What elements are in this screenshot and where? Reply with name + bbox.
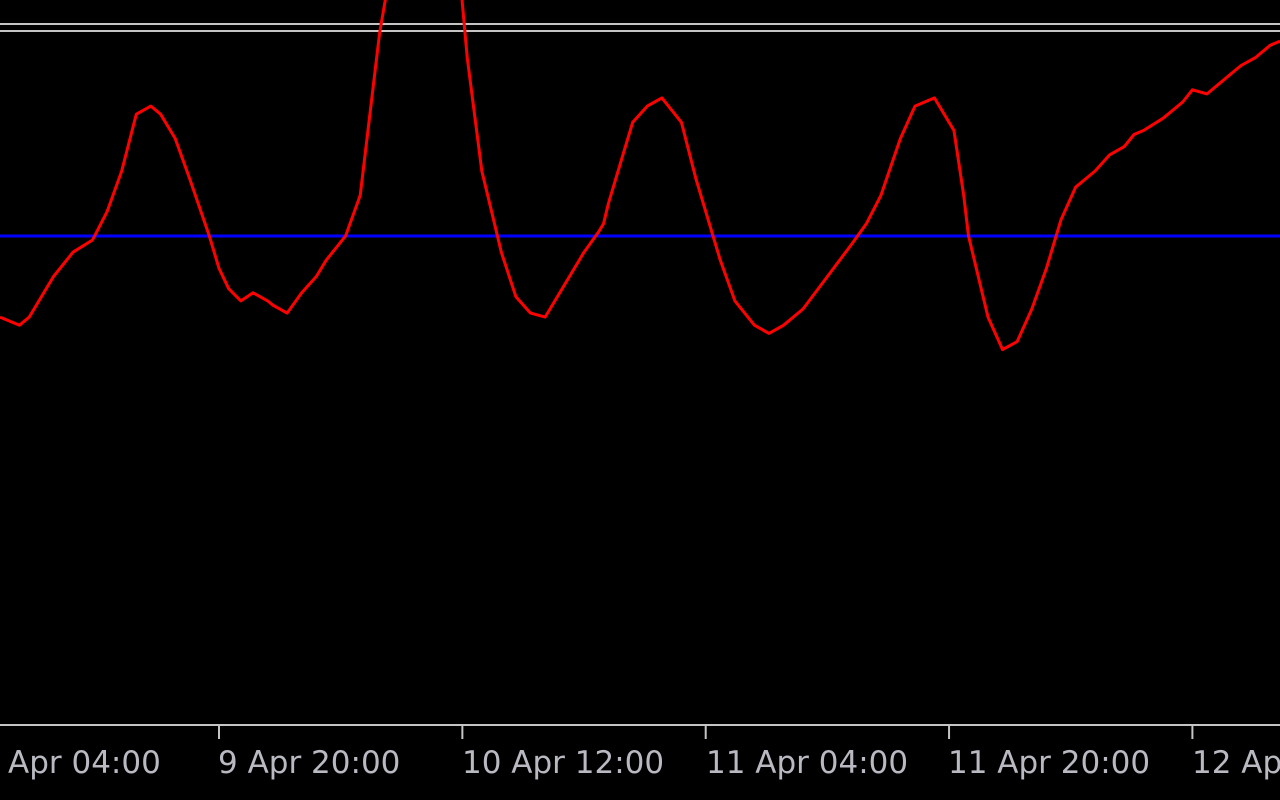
chart-svg: Apr 04:00 9 Apr 20:00 10 Apr 12:00 11 Apr 0… — [0, 0, 1280, 781]
x-tick-label-1: 9 Apr 20:00 — [218, 745, 400, 781]
series-group — [0, 0, 1280, 352]
series-line-0 — [0, 0, 1280, 352]
x-tick-label-2: 10 Apr 12:00 — [462, 745, 664, 781]
indicator-chart: Apr 04:00 9 Apr 20:00 10 Apr 12:00 11 Apr 0… — [0, 0, 1280, 800]
x-tick-label-4: 11 Apr 20:00 — [948, 745, 1150, 781]
x-tick-label-3: 11 Apr 04:00 — [706, 745, 908, 781]
x-tick-label-0: Apr 04:00 — [8, 745, 161, 781]
x-tick-label-5: 12 Ap — [1192, 745, 1280, 781]
x-ticks-group: Apr 04:00 9 Apr 20:00 10 Apr 12:00 11 Apr 0… — [8, 725, 1280, 781]
